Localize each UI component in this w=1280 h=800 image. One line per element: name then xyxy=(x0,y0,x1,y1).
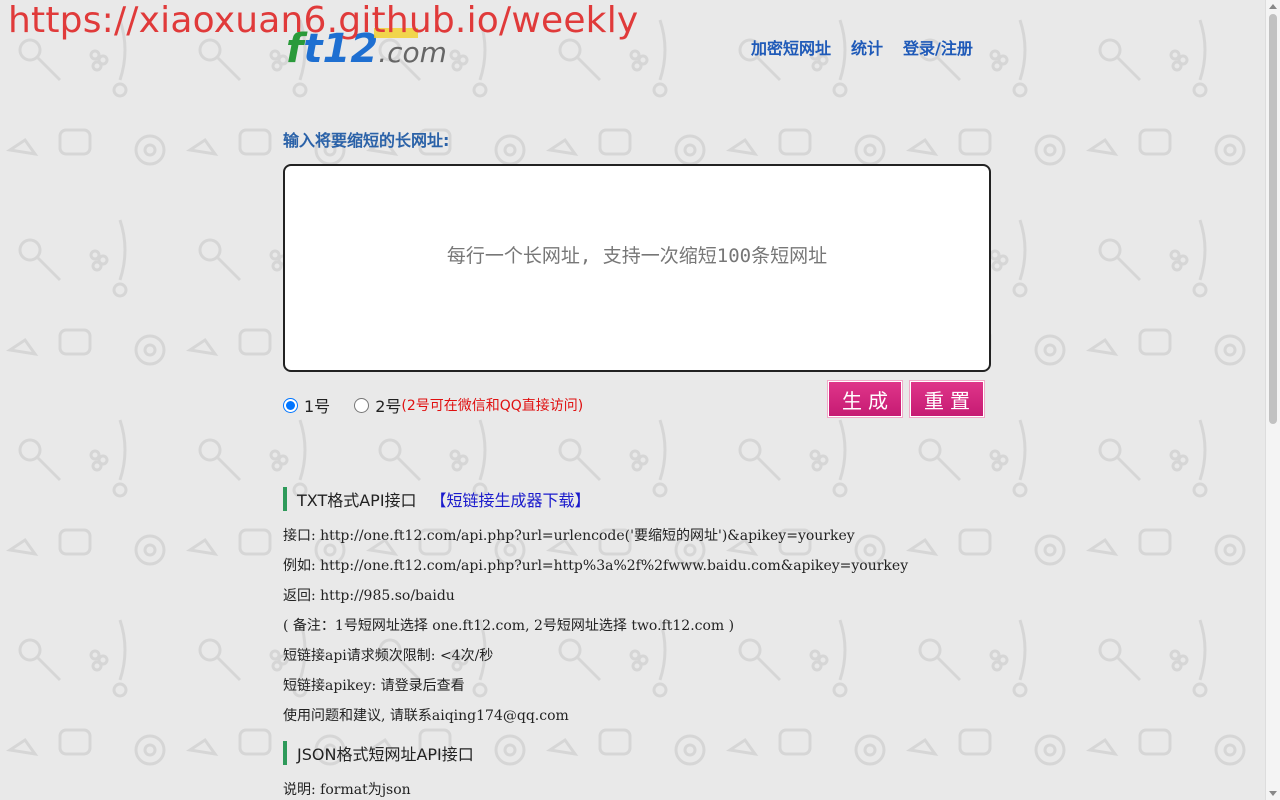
scroll-thumb[interactable] xyxy=(1269,14,1277,424)
url-input-label: 输入将要缩短的长网址: xyxy=(283,131,450,150)
api-line: ( 备注：1号短网址选择 one.ft12.com, 2号短网址选择 two.f… xyxy=(283,618,735,634)
txt-api-title: TXT格式API接口 【短链接生成器下载】 xyxy=(283,487,591,511)
domain-radio-group: 1号 2号 (2号可在微信和QQ直接访问) xyxy=(283,393,583,417)
scroll-down-icon[interactable] xyxy=(1269,791,1277,796)
scroll-up-icon[interactable] xyxy=(1269,4,1277,9)
radio-2-label: 2号 xyxy=(375,397,402,416)
radio-option-1[interactable]: 1号 xyxy=(283,393,330,417)
nav-encrypt-link[interactable]: 加密短网址 xyxy=(751,35,831,59)
api-line: 接口: http://one.ft12.com/api.php?url=urle… xyxy=(283,528,855,544)
radio-2-input[interactable] xyxy=(354,397,370,413)
generate-button[interactable]: 生成 xyxy=(827,380,903,418)
long-url-input[interactable] xyxy=(283,164,991,372)
api-line: 例如: http://one.ft12.com/api.php?url=http… xyxy=(283,558,909,574)
action-buttons: 生成 重置 xyxy=(827,380,985,418)
nav-login-link[interactable]: 登录/注册 xyxy=(903,35,973,59)
api-line: 短链接apikey: 请登录后查看 xyxy=(283,678,465,694)
txt-api-heading: TXT格式API接口 xyxy=(297,491,417,510)
json-api-heading: JSON格式短网址API接口 xyxy=(297,745,474,764)
json-api-title: JSON格式短网址API接口 xyxy=(283,741,474,765)
radio-option-2[interactable]: 2号 xyxy=(354,393,401,417)
vertical-scrollbar[interactable] xyxy=(1265,0,1280,800)
api-line: 返回: http://985.so/baidu xyxy=(283,588,455,604)
download-link[interactable]: 【短链接生成器下载】 xyxy=(431,491,591,510)
top-nav: 加密短网址 统计 登录/注册 xyxy=(751,35,973,59)
background-pattern xyxy=(0,0,1266,800)
reset-button[interactable]: 重置 xyxy=(909,380,985,418)
api-line: 短链接api请求频次限制: <4次/秒 xyxy=(283,648,494,664)
api-line: 说明: format为json xyxy=(283,782,411,798)
nav-stats-link[interactable]: 统计 xyxy=(851,35,883,59)
radio-1-label: 1号 xyxy=(304,397,331,416)
radio-1-input[interactable] xyxy=(283,397,298,413)
radio-2-note: (2号可在微信和QQ直接访问) xyxy=(401,398,584,414)
watermark-url: https://xiaoxuan6.github.io/weekly xyxy=(8,0,639,41)
api-line: 使用问题和建议, 请联系aiqing174@qq.com xyxy=(283,708,569,724)
